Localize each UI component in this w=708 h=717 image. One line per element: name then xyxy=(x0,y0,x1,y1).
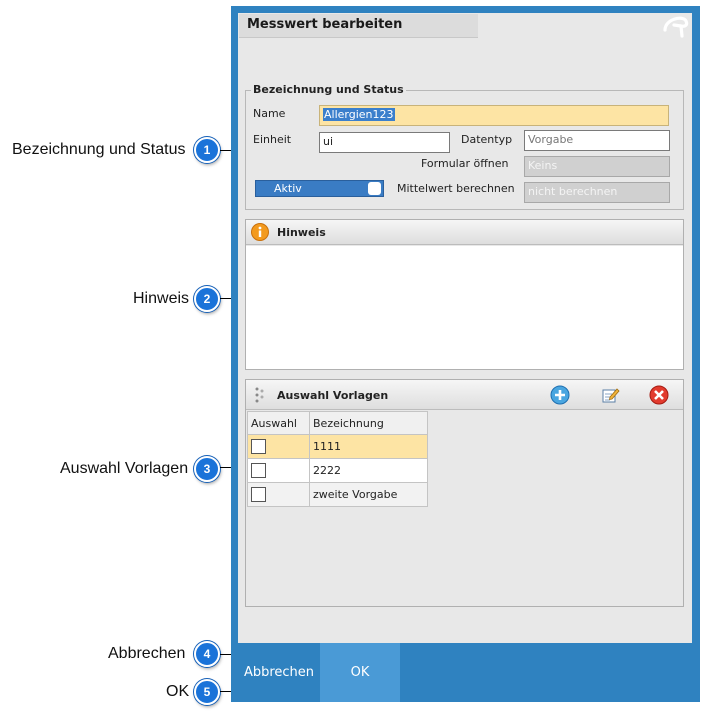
name-label: Name xyxy=(253,107,286,120)
column-header-auswahl[interactable]: Auswahl xyxy=(247,411,310,435)
row-checkbox[interactable] xyxy=(251,487,266,502)
table-row[interactable]: 1111 xyxy=(247,434,428,459)
aktiv-toggle-knob xyxy=(368,182,381,195)
callout-badge-4: 4 xyxy=(194,641,220,667)
status-group-legend: Bezeichnung und Status xyxy=(251,83,406,96)
column-header-bezeichnung[interactable]: Bezeichnung xyxy=(309,411,428,435)
row-checkbox[interactable] xyxy=(251,463,266,478)
table-cell-checkbox xyxy=(247,458,310,483)
table-row[interactable]: zweite Vorgabe xyxy=(247,482,428,507)
vorlagen-header: Auswahl Vorlagen xyxy=(246,380,683,410)
name-field-value: Allergien123 xyxy=(323,108,395,121)
drag-handle-icon xyxy=(253,386,267,404)
datentyp-select[interactable]: Vorgabe xyxy=(524,130,670,151)
add-icon[interactable] xyxy=(550,385,570,405)
einheit-label: Einheit xyxy=(253,133,292,146)
einheit-field[interactable]: ui xyxy=(319,132,450,153)
dialog-title: Messwert bearbeiten xyxy=(247,17,403,32)
datentyp-label: Datentyp xyxy=(461,133,513,146)
callout-badge-3: 3 xyxy=(194,456,220,482)
callout-label-vorlagen: Auswahl Vorlagen xyxy=(60,460,189,477)
hinweis-textarea[interactable] xyxy=(246,246,683,369)
row-checkbox[interactable] xyxy=(251,439,266,454)
callout-label-status: Bezeichnung und Status xyxy=(12,141,186,158)
hinweis-title: Hinweis xyxy=(277,226,326,239)
brand-logo-icon xyxy=(661,13,691,39)
name-field[interactable]: Allergien123 xyxy=(319,105,669,126)
delete-icon[interactable] xyxy=(649,385,669,405)
hinweis-header: Hinweis xyxy=(246,220,683,245)
table-row[interactable]: 2222 xyxy=(247,458,428,483)
cancel-button[interactable]: Abbrechen xyxy=(238,643,320,702)
vorlagen-table-wrap: Auswahl Bezeichnung 1111 2222 zweite Vor… xyxy=(247,411,428,507)
formular-select[interactable]: Keins xyxy=(524,156,670,177)
edit-icon[interactable] xyxy=(602,386,620,404)
callout-label-hinweis: Hinweis xyxy=(133,290,190,307)
table-header-row: Auswahl Bezeichnung xyxy=(247,411,428,435)
ok-button[interactable]: OK xyxy=(320,643,400,702)
aktiv-toggle-label: Aktiv xyxy=(274,182,302,195)
table-cell-bezeichnung: 2222 xyxy=(309,458,428,483)
info-icon xyxy=(251,223,269,241)
mittelwert-label: Mittelwert berechnen xyxy=(397,182,515,195)
table-cell-checkbox xyxy=(247,434,310,459)
callout-badge-1: 1 xyxy=(194,137,220,163)
table-cell-checkbox xyxy=(247,482,310,507)
mittelwert-select[interactable]: nicht berechnen xyxy=(524,182,670,203)
formular-label: Formular öffnen xyxy=(421,157,509,170)
callout-badge-5: 5 xyxy=(194,679,220,705)
aktiv-toggle[interactable]: Aktiv xyxy=(255,180,384,197)
table-cell-bezeichnung: 1111 xyxy=(309,434,428,459)
callout-label-ok: OK xyxy=(166,683,190,700)
vorlagen-title: Auswahl Vorlagen xyxy=(277,389,389,402)
table-cell-bezeichnung: zweite Vorgabe xyxy=(309,482,428,507)
vorlagen-panel: Auswahl Vorlagen Auswahl Bezeichnung 111… xyxy=(245,379,684,607)
callout-label-abbrechen: Abbrechen xyxy=(108,645,186,662)
callout-badge-2: 2 xyxy=(194,286,220,312)
hinweis-panel: Hinweis xyxy=(245,219,684,370)
vorlagen-table: Auswahl Bezeichnung 1111 2222 zweite Vor… xyxy=(247,411,428,507)
